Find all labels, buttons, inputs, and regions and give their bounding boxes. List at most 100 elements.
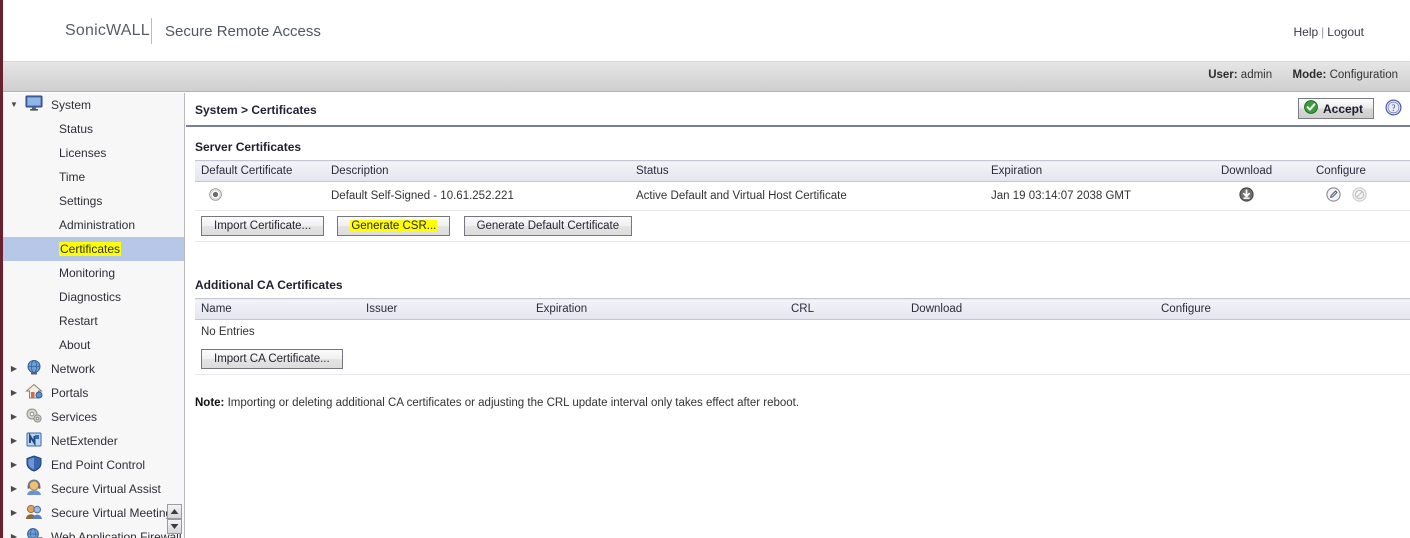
chevron-right-icon[interactable]: ▶ xyxy=(7,485,21,493)
sidebar-item-label: Time xyxy=(59,170,86,184)
help-link[interactable]: Help xyxy=(1293,25,1318,39)
server-certificates-title: Server Certificates xyxy=(195,140,302,154)
default-certificate-radio[interactable] xyxy=(209,188,222,204)
chevron-right-icon[interactable]: ▶ xyxy=(7,437,21,445)
sidebar-item-licenses[interactable]: Licenses xyxy=(3,141,184,165)
table-header-row: Default Certificate Description Status E… xyxy=(195,160,1410,182)
chevron-right-icon[interactable]: ▶ xyxy=(7,365,21,373)
chevron-right-icon[interactable]: ▶ xyxy=(7,413,21,421)
logout-link[interactable]: Logout xyxy=(1327,25,1364,39)
globe-icon xyxy=(21,359,47,379)
chevron-right-icon[interactable]: ▶ xyxy=(7,461,21,469)
import-ca-certificate-button-label: Import CA Certificate... xyxy=(214,352,330,365)
cell-configure xyxy=(1310,181,1410,211)
sidebar-item-time[interactable]: Time xyxy=(3,165,184,189)
sidebar-item-about[interactable]: About xyxy=(3,333,184,357)
import-certificate-button-label: Import Certificate... xyxy=(214,220,312,232)
app-window: SonicWALL Secure Remote Access Help | Logo… xyxy=(0,0,1410,538)
chevron-right-icon[interactable]: ▶ xyxy=(7,509,21,517)
sidebar-navigation[interactable]: ▼ System Status Licenses Time Settings A… xyxy=(3,93,185,538)
note-text: Note: Importing or deleting additional C… xyxy=(195,397,1410,409)
table-header-row: Name Issuer Expiration CRL Download Conf… xyxy=(195,298,1410,320)
no-entries-text: No Entries xyxy=(195,319,1410,344)
additional-ca-button-row: Import CA Certificate... xyxy=(195,343,1410,375)
sidebar-item-label: Monitoring xyxy=(59,266,116,280)
sidebar-group-netextender[interactable]: ▶ NetExtender xyxy=(3,429,184,453)
server-certificates-buttons: Import Certificate... Generate CSR... Ge… xyxy=(195,210,1410,242)
svg-text:?: ? xyxy=(1392,103,1396,113)
column-configure: Configure xyxy=(1155,298,1410,320)
accept-button-label: Accept xyxy=(1322,101,1363,116)
house-icon xyxy=(21,383,47,403)
chevron-down-icon[interactable]: ▼ xyxy=(7,101,21,109)
sidebar-item-restart[interactable]: Restart xyxy=(3,309,184,333)
generate-csr-button-label: Generate CSR... xyxy=(350,220,438,232)
user-value: admin xyxy=(1240,69,1273,81)
two-people-icon xyxy=(21,503,47,523)
sidebar-item-label: Administration xyxy=(59,218,136,232)
sidebar-item-administration[interactable]: Administration xyxy=(3,213,184,237)
sidebar-group-system[interactable]: ▼ System xyxy=(3,93,184,117)
table-empty-row: No Entries xyxy=(195,319,1410,344)
sidebar-item-label: Diagnostics xyxy=(59,290,122,304)
sidebar-group-label: Services xyxy=(51,410,98,424)
sidebar-item-label: About xyxy=(59,338,91,352)
scroll-down-icon[interactable] xyxy=(167,519,182,534)
column-issuer: Issuer xyxy=(360,298,530,320)
sidebar-group-label: Network xyxy=(51,362,96,376)
generate-default-certificate-button-label: Generate Default Certificate xyxy=(476,220,620,232)
scroll-up-icon[interactable] xyxy=(167,504,182,519)
edit-pencil-icon[interactable] xyxy=(1326,187,1341,205)
generate-default-certificate-button[interactable]: Generate Default Certificate xyxy=(463,216,633,236)
chevron-right-icon[interactable]: ▶ xyxy=(7,533,21,538)
sidebar-item-settings[interactable]: Settings xyxy=(3,189,184,213)
download-arrow-icon[interactable] xyxy=(1239,187,1254,205)
sidebar-group-end-point-control[interactable]: ▶ End Point Control xyxy=(3,453,184,477)
additional-ca-certificates-table: Name Issuer Expiration CRL Download Conf… xyxy=(195,298,1410,375)
column-download: Download xyxy=(1215,160,1310,182)
delete-disabled-icon xyxy=(1352,187,1368,205)
sidebar-item-label: Licenses xyxy=(59,146,107,160)
sidebar-item-certificates[interactable]: Certificates xyxy=(3,237,184,261)
import-ca-certificate-button[interactable]: Import CA Certificate... xyxy=(201,348,343,369)
user-label: User: xyxy=(1208,69,1238,81)
sidebar-group-web-application-firewall[interactable]: ▶ Web Application Firewall xyxy=(3,525,184,538)
column-description: Description xyxy=(325,160,630,182)
sidebar-item-label: Settings xyxy=(59,194,103,208)
product-name: Secure Remote Access xyxy=(165,23,321,40)
netextender-icon xyxy=(21,431,47,451)
column-crl: CRL xyxy=(785,298,905,320)
server-certificates-table: Default Certificate Description Status E… xyxy=(195,160,1410,242)
server-certificates-button-row: Import Certificate... Generate CSR... Ge… xyxy=(195,210,1410,242)
cell-download xyxy=(1215,181,1310,211)
cell-expiration: Jan 19 03:14:07 2038 GMT xyxy=(985,181,1215,211)
column-expiration: Expiration xyxy=(530,298,785,320)
sidebar-item-status[interactable]: Status xyxy=(3,117,184,141)
additional-ca-certificates-title: Additional CA Certificates xyxy=(195,278,343,292)
breadcrumb-bar: System > Certificates Accept ? xyxy=(186,93,1410,127)
column-configure: Configure xyxy=(1310,160,1410,182)
sidebar-item-label: Certificates xyxy=(59,242,122,256)
column-download: Download xyxy=(905,298,1155,320)
additional-ca-buttons: Import CA Certificate... xyxy=(195,343,1410,375)
green-check-icon xyxy=(1304,100,1318,117)
generate-csr-button[interactable]: Generate CSR... xyxy=(337,216,451,236)
sidebar-group-label: NetExtender xyxy=(51,434,118,448)
sidebar-group-label: Secure Virtual Assist xyxy=(51,482,161,496)
column-name: Name xyxy=(195,298,360,320)
sidebar-group-secure-virtual-assist[interactable]: ▶ Secure Virtual Assist xyxy=(3,477,184,501)
sidebar-group-secure-virtual-meeting[interactable]: ▶ Secure Virtual Meeting xyxy=(3,501,184,525)
sidebar-item-monitoring[interactable]: Monitoring xyxy=(3,261,184,285)
sidebar-group-portals[interactable]: ▶ Portals xyxy=(3,381,184,405)
shield-icon xyxy=(21,455,47,475)
question-help-icon[interactable]: ? xyxy=(1385,99,1402,119)
sidebar-item-diagnostics[interactable]: Diagnostics xyxy=(3,285,184,309)
gears-icon xyxy=(21,407,47,427)
import-certificate-button[interactable]: Import Certificate... xyxy=(201,216,325,236)
sidebar-group-network[interactable]: ▶ Network xyxy=(3,357,184,381)
top-nav-separator: | xyxy=(1321,25,1325,39)
sidebar-group-services[interactable]: ▶ Services xyxy=(3,405,184,429)
sidebar-scrollbar[interactable] xyxy=(167,504,182,534)
chevron-right-icon[interactable]: ▶ xyxy=(7,389,21,397)
accept-button[interactable]: Accept xyxy=(1297,98,1374,119)
